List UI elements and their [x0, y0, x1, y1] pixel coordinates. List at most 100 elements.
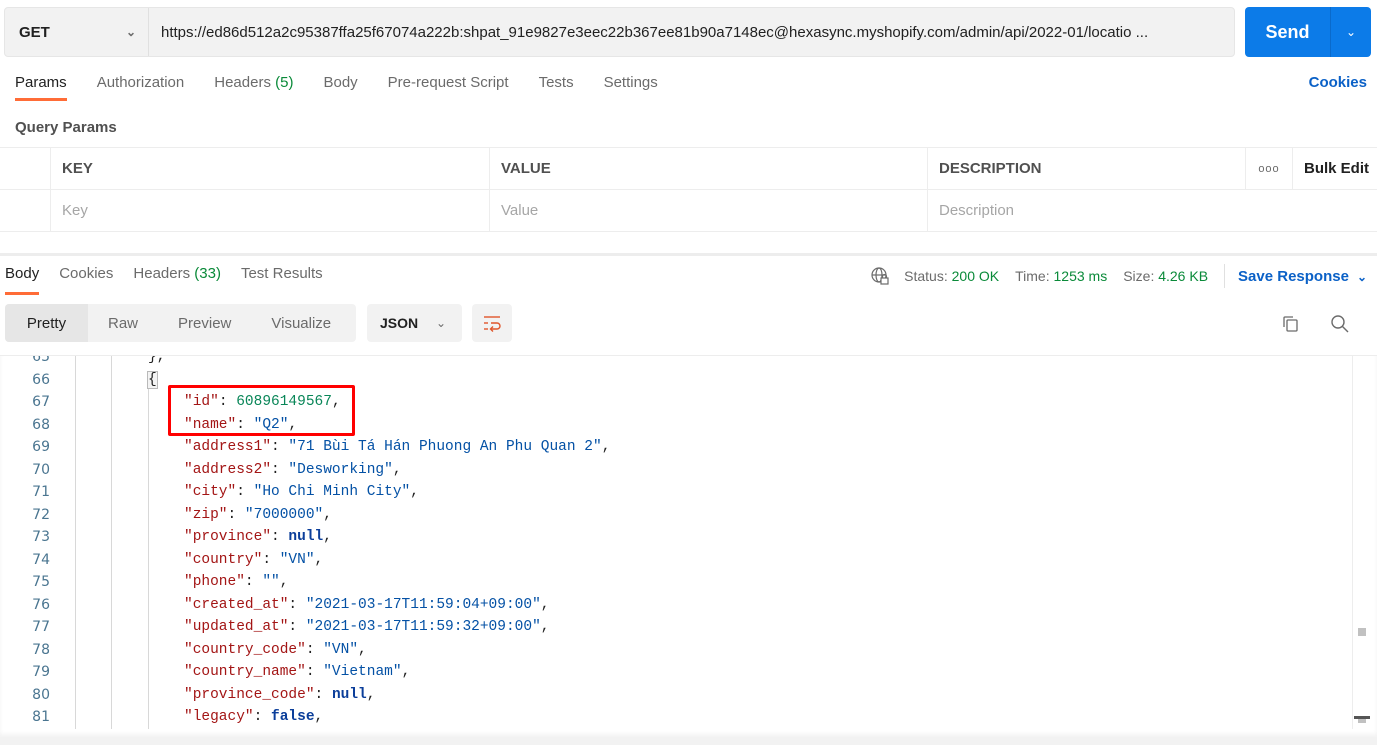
tab-response-cookies[interactable]: Cookies [59, 265, 113, 295]
line-number: 68 [32, 416, 50, 433]
tab-pre-request-script[interactable]: Pre-request Script [388, 74, 509, 101]
format-label: JSON [380, 315, 419, 331]
code-text: "country_code": "VN", [184, 642, 367, 658]
tab-response-headers[interactable]: Headers (33) [133, 265, 221, 295]
globe-lock-icon[interactable] [870, 266, 890, 286]
response-body-editor[interactable]: 65}, 66 {67 "id": 60896149567, 68 "name": "Q2… [0, 355, 1377, 737]
wrap-lines-icon [484, 316, 501, 332]
view-pretty[interactable]: Pretty [5, 304, 88, 342]
view-mode-selector: Pretty Raw Preview Visualize [5, 304, 356, 342]
tab-label: Headers [133, 265, 191, 282]
view-raw[interactable]: Raw [88, 304, 158, 342]
chevron-down-icon: ⌄ [1356, 269, 1367, 284]
table-row: Key Value Description [0, 190, 1377, 232]
send-button[interactable]: Send [1245, 7, 1330, 57]
json-colon: : [236, 484, 254, 501]
code-line: 73 "province": null, [0, 526, 1340, 549]
tab-response-body[interactable]: Body [5, 265, 40, 295]
view-preview[interactable]: Preview [158, 304, 251, 342]
code-line: 65}, [0, 355, 1340, 369]
request-bar: GET ⌄ https://ed86d512a2c95387ffa25f6707… [4, 7, 1371, 57]
value-input[interactable]: Value [489, 190, 927, 231]
tab-settings[interactable]: Settings [604, 74, 658, 101]
response-status-bar: Status: 200 OK Time: 1253 ms Size: 4.26 … [870, 264, 1367, 288]
checkbox-column [0, 148, 50, 189]
tab-label: Test Results [240, 265, 323, 282]
tab-headers[interactable]: Headers (5) [214, 74, 293, 101]
code-line: 75 "phone": "", [0, 571, 1340, 594]
json-value: "2021-03-17T11:59:04+09:00" [305, 596, 541, 613]
tab-label: Body [323, 74, 358, 91]
format-select[interactable]: JSON ⌄ [367, 304, 462, 342]
json-colon: : [288, 596, 306, 613]
line-number: 65 [32, 355, 50, 366]
copy-button[interactable] [1278, 312, 1302, 336]
send-button-group: Send ⌄ [1245, 7, 1371, 57]
url-input[interactable]: https://ed86d512a2c95387ffa25f67074a222b… [149, 8, 1234, 56]
code-text: "legacy": false, [184, 709, 323, 725]
json-brace: { [147, 370, 158, 389]
code-line: 79 "country_name": "Vietnam", [0, 661, 1340, 684]
code-line: 68 "name": "Q2", [0, 414, 1340, 437]
method-label: GET [19, 23, 50, 41]
tab-label: Authorization [96, 74, 185, 91]
more-options-icon[interactable]: ooo [1245, 148, 1292, 189]
json-colon: : [314, 686, 332, 703]
size-label: Size: [1123, 268, 1155, 284]
scrollbar-track[interactable] [1352, 356, 1353, 729]
line-number: 76 [32, 596, 50, 613]
wrap-lines-button[interactable] [472, 304, 512, 342]
json-key: "legacy" [184, 709, 254, 726]
json-colon: : [305, 641, 324, 658]
key-input[interactable]: Key [50, 190, 489, 231]
tab-test-results[interactable]: Test Results [241, 265, 323, 295]
horizontal-scrollbar[interactable] [0, 737, 1377, 745]
line-number: 75 [32, 574, 50, 591]
search-button[interactable] [1328, 312, 1352, 336]
code-line: 74 "country": "VN", [0, 549, 1340, 572]
description-input[interactable]: Description [927, 190, 1245, 231]
send-options-button[interactable]: ⌄ [1330, 7, 1371, 57]
line-number: 80 [32, 686, 50, 703]
json-value: "Q2" [253, 416, 289, 433]
pane-resize-divider[interactable] [0, 253, 1377, 256]
tab-label: Pre-request Script [387, 74, 509, 91]
tab-label: Params [15, 74, 67, 91]
json-comma: , [331, 394, 341, 411]
json-comma: , [540, 596, 550, 613]
headers-count: (5) [275, 74, 294, 91]
code-line: 67 "id": 60896149567, [0, 391, 1340, 414]
json-value: 60896149567 [236, 394, 332, 411]
json-comma: , [540, 619, 550, 636]
save-response-button[interactable]: Save Response ⌄ [1238, 268, 1367, 285]
line-number: 81 [32, 709, 50, 726]
view-visualize[interactable]: Visualize [251, 304, 351, 342]
column-header-value: VALUE [489, 148, 927, 189]
time-indicator[interactable]: Time: 1253 ms [1015, 268, 1107, 284]
code-line: 77 "updated_at": "2021-03-17T11:59:32+09:… [0, 616, 1340, 639]
json-key: "address2" [184, 461, 272, 478]
method-select[interactable]: GET ⌄ [5, 8, 149, 56]
tab-authorization[interactable]: Authorization [97, 74, 185, 101]
json-key: "country_name" [184, 664, 306, 681]
code-text: "city": "Ho Chi Minh City", [184, 484, 419, 500]
scrollbar-marker [1358, 628, 1366, 636]
query-params-title: Query Params [15, 119, 117, 136]
tab-body[interactable]: Body [323, 74, 357, 101]
status-indicator[interactable]: Status: 200 OK [904, 268, 999, 284]
tab-tests[interactable]: Tests [539, 74, 574, 101]
bulk-edit-button[interactable]: Bulk Edit [1292, 148, 1377, 189]
scrollbar-marker [1358, 719, 1366, 723]
row-checkbox-cell [0, 190, 50, 231]
tab-params[interactable]: Params [15, 74, 67, 101]
json-comma: , [601, 439, 611, 456]
size-indicator[interactable]: Size: 4.26 KB [1123, 268, 1208, 284]
tab-label: Cookies [59, 265, 114, 282]
line-number: 71 [32, 484, 50, 501]
chevron-down-icon: ⌄ [435, 316, 446, 330]
code-text: "created_at": "2021-03-17T11:59:04+09:00… [184, 597, 549, 613]
cookies-link[interactable]: Cookies [1309, 74, 1367, 91]
json-key: "phone" [184, 574, 245, 591]
json-comma: , [366, 686, 376, 703]
separator [1224, 264, 1226, 288]
